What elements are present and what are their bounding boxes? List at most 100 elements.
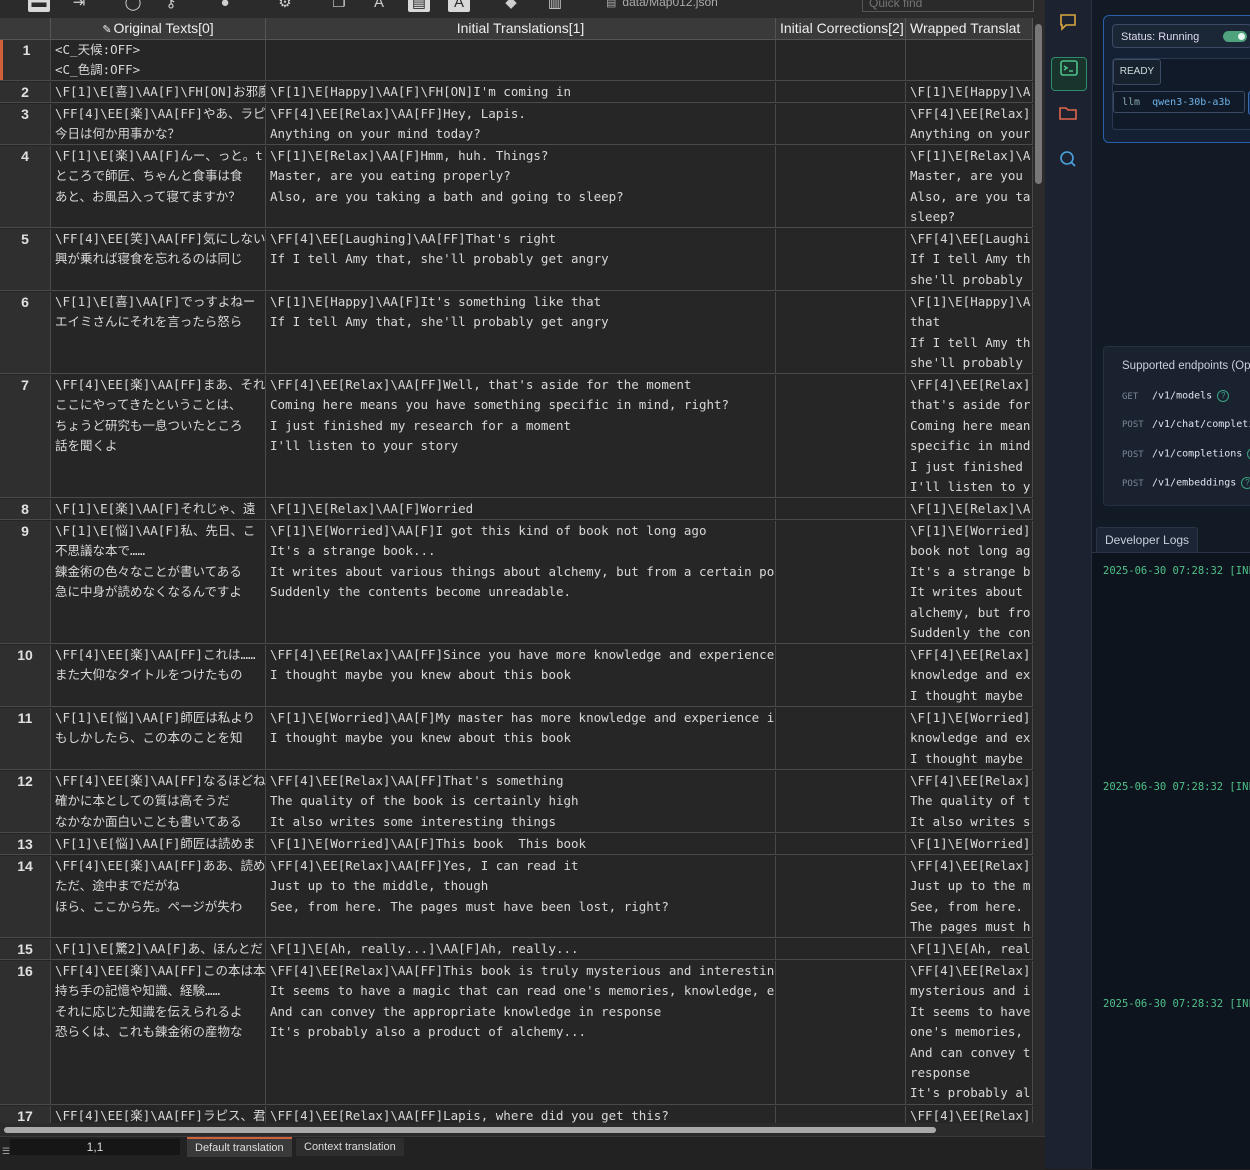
cell-initial-correction[interactable] <box>776 1106 906 1123</box>
table-row[interactable]: 8 \F[1]\E[楽]\AA[F]それじゃ、遠 \F[1]\E[Relax]\AA… <box>0 499 1033 520</box>
cell-original[interactable]: \F[1]\E[悩]\AA[F]師匠は読めま <box>51 834 266 854</box>
table-row[interactable]: 10 \FF[4]\EE[楽]\AA[FF]これは…… また大仰なタイトルをつけたも… <box>0 645 1033 707</box>
column-header-wrapped-translation[interactable]: Wrapped Translat <box>906 18 1033 39</box>
cell-wrapped-translation[interactable]: \F[1]\E[Worried] <box>906 834 1033 854</box>
info-icon[interactable]: ● <box>214 0 236 12</box>
cell-initial-correction[interactable] <box>776 292 906 373</box>
cell-wrapped-translation[interactable]: \F[1]\E[Ah, real <box>906 939 1033 959</box>
cell-wrapped-translation[interactable]: \FF[4]\EE[Laughi If I tell Amy th she'll p… <box>906 229 1033 290</box>
cell-initial-correction[interactable] <box>776 834 906 854</box>
table-row[interactable]: 6 \F[1]\E[喜]\AA[F]でっすよねー エイミさんにそれを言ったら怒ら \F… <box>0 292 1033 374</box>
row-number[interactable]: 5 <box>0 229 51 290</box>
row-number[interactable]: 7 <box>0 375 51 497</box>
cell-initial-translation[interactable]: \FF[4]\EE[Relax]\AA[FF]Lapis, where did … <box>266 1106 776 1123</box>
loaded-model[interactable]: llm qwen3-30b-a3b <box>1113 91 1245 113</box>
cell-original[interactable]: \FF[4]\EE[楽]\AA[FF]やあ、ラピ 今日は何か用事かな？ <box>51 104 266 144</box>
endpoint-item[interactable]: POST/v1/embeddings? <box>1122 477 1250 489</box>
cell-initial-correction[interactable] <box>776 104 906 144</box>
cell-original[interactable]: \F[1]\E[喜]\AA[F]\FH[ON]お邪魔 <box>51 82 266 102</box>
cell-wrapped-translation[interactable]: \FF[4]\EE[Relax] knowledge and ex I though… <box>906 645 1033 706</box>
table-row[interactable]: 1 <C_天候:OFF> <C_色調:OFF> <box>0 40 1033 81</box>
cell-wrapped-translation[interactable]: \F[1]\E[Worried] book not long ag It's a s… <box>906 521 1033 643</box>
cell-initial-translation[interactable]: \FF[4]\EE[Relax]\AA[FF]Since you have mo… <box>266 645 776 706</box>
row-number[interactable]: 6 <box>0 292 51 373</box>
table-icon[interactable]: ▬ <box>28 0 50 12</box>
row-number[interactable]: 14 <box>0 856 51 937</box>
terminal-icon[interactable] <box>1051 57 1087 91</box>
table-row[interactable]: 14 \FF[4]\EE[楽]\AA[FF]ああ、読め ただ、途中までだがね ほら、こ… <box>0 856 1033 938</box>
cell-wrapped-translation[interactable]: \F[1]\E[Worried] knowledge and ex I though… <box>906 708 1033 769</box>
endpoint-item[interactable]: GET/v1/models? <box>1122 390 1230 402</box>
table-row[interactable]: 2 \F[1]\E[喜]\AA[F]\FH[ON]お邪魔 \F[1]\E[Happy… <box>0 82 1033 103</box>
row-number[interactable]: 13 <box>0 834 51 854</box>
row-number[interactable]: 8 <box>0 499 51 519</box>
cell-initial-correction[interactable] <box>776 645 906 706</box>
cell-initial-correction[interactable] <box>776 961 906 1104</box>
table-row[interactable]: 3 \FF[4]\EE[楽]\AA[FF]やあ、ラピ 今日は何か用事かな？ \FF[4… <box>0 104 1033 145</box>
server-toggle[interactable] <box>1223 31 1247 42</box>
table-row[interactable]: 15 \F[1]\E[驚2]\AA[F]あ、ほんとだ \F[1]\E[Ah, rea… <box>0 939 1033 960</box>
cell-initial-correction[interactable] <box>776 856 906 937</box>
row-number[interactable]: 4 <box>0 146 51 227</box>
row-number[interactable]: 2 <box>0 82 51 102</box>
endpoint-item[interactable]: POST/v1/chat/completions <box>1122 419 1250 430</box>
cell-initial-correction[interactable] <box>776 499 906 519</box>
cell-initial-translation[interactable]: \FF[4]\EE[Relax]\AA[FF]Yes, I can read i… <box>266 856 776 937</box>
cell-initial-translation[interactable]: \F[1]\E[Relax]\AA[F]Hmm, huh. Things? Mas… <box>266 146 776 227</box>
help-icon[interactable]: ? <box>1241 477 1250 489</box>
chat-icon[interactable] <box>1051 12 1085 44</box>
cell-initial-translation[interactable]: \FF[4]\EE[Laughing]\AA[FF]That's right If… <box>266 229 776 290</box>
cell-initial-translation[interactable]: \F[1]\E[Worried]\AA[F]I got this kind of… <box>266 521 776 643</box>
cell-initial-correction[interactable] <box>776 521 906 643</box>
copy-icon[interactable]: ❐ <box>328 0 350 12</box>
table-row[interactable]: 4 \F[1]\E[楽]\AA[F]んー、っと。t ところで師匠、ちゃんと食事は食あ… <box>0 146 1033 228</box>
cell-initial-translation[interactable]: \F[1]\E[Happy]\AA[F]It's something like … <box>266 292 776 373</box>
cell-original[interactable]: \FF[4]\EE[笑]\AA[FF]気にしない 興が乗れば寝食を忘れるのは同じ <box>51 229 266 290</box>
cell-initial-correction[interactable] <box>776 229 906 290</box>
cell-wrapped-translation[interactable]: \F[1]\E[Relax]\A Master, are you Also, are… <box>906 146 1033 227</box>
grid-menu-icon[interactable]: ☰ <box>2 1143 10 1159</box>
trash-icon[interactable]: ▥ <box>544 0 566 12</box>
cell-wrapped-translation[interactable]: \F[1]\E[Relax]\A <box>906 499 1033 519</box>
row-number-header[interactable] <box>0 18 51 39</box>
cell-wrapped-translation[interactable]: \FF[4]\EE[Relax] mysterious and i It seems… <box>906 961 1033 1104</box>
help-icon[interactable]: ? <box>1217 390 1230 402</box>
quick-find-input[interactable] <box>862 0 1034 12</box>
text-a-icon[interactable]: A <box>448 0 470 12</box>
column-header-initial-translations[interactable]: Initial Translations[1] <box>266 18 776 39</box>
table-row[interactable]: 16 \FF[4]\EE[楽]\AA[FF]この本は本 持ち手の記憶や知識、経験……… <box>0 961 1033 1105</box>
cell-original[interactable]: \FF[4]\EE[楽]\AA[FF]まあ、それ ここにやってきたということは、ち… <box>51 375 266 497</box>
cell-original[interactable]: \F[1]\E[悩]\AA[F]私、先日、こ 不思議な本で…… 錬金術の色々なことが… <box>51 521 266 643</box>
cell-wrapped-translation[interactable]: \F[1]\E[Happy]\A that If I tell Amy th she'… <box>906 292 1033 373</box>
table-row[interactable]: 9 \F[1]\E[悩]\AA[F]私、先日、こ 不思議な本で…… 錬金術の色々なこと… <box>0 521 1033 644</box>
export-icon[interactable]: ⇥ <box>68 0 90 12</box>
table-row[interactable]: 11 \F[1]\E[悩]\AA[F]師匠は私より もしかしたら、この本のことを知 \… <box>0 708 1033 770</box>
column-header-original[interactable]: ✎ Original Texts[0] <box>51 18 266 39</box>
cell-original[interactable]: \FF[4]\EE[楽]\AA[FF]ああ、読め ただ、途中までだがね ほら、ここか… <box>51 856 266 937</box>
cell-initial-correction[interactable] <box>776 40 906 80</box>
tab-context-translation[interactable]: Context translation <box>296 1138 404 1156</box>
cell-initial-correction[interactable] <box>776 82 906 102</box>
key-icon[interactable]: ⚷ <box>160 0 182 12</box>
tab-default-translation[interactable]: Default translation <box>187 1137 292 1157</box>
cell-initial-translation[interactable]: \FF[4]\EE[Relax]\AA[FF]This book is trul… <box>266 961 776 1104</box>
folder-icon[interactable] <box>1051 103 1085 135</box>
row-number[interactable]: 17 <box>0 1106 51 1123</box>
cell-wrapped-translation[interactable]: \FF[4]\EE[Relax] Anything on your <box>906 104 1033 144</box>
horizontal-scroll-thumb[interactable] <box>4 1127 936 1133</box>
cell-original[interactable]: \F[1]\E[楽]\AA[F]んー、っと。t ところで師匠、ちゃんと食事は食 あと… <box>51 146 266 227</box>
cell-original[interactable]: \FF[4]\EE[楽]\AA[FF]この本は本 持ち手の記憶や知識、経験…… それ… <box>51 961 266 1104</box>
cell-wrapped-translation[interactable]: \FF[4]\EE[Relax] that's aside for Coming h… <box>906 375 1033 497</box>
row-number[interactable]: 15 <box>0 939 51 959</box>
row-number[interactable]: 3 <box>0 104 51 144</box>
cell-initial-translation[interactable]: \F[1]\E[Relax]\AA[F]Worried <box>266 499 776 519</box>
cell-wrapped-translation[interactable] <box>906 40 1033 80</box>
cell-initial-translation[interactable]: \F[1]\E[Worried]\AA[F]This book This boo… <box>266 834 776 854</box>
row-number[interactable]: 12 <box>0 771 51 832</box>
cell-original[interactable]: <C_天候:OFF> <C_色調:OFF> <box>51 40 266 80</box>
table-row[interactable]: 5 \FF[4]\EE[笑]\AA[FF]気にしない 興が乗れば寝食を忘れるのは同じ… <box>0 229 1033 291</box>
cell-initial-translation[interactable]: \F[1]\E[Worried]\AA[F]My master has more… <box>266 708 776 769</box>
row-number[interactable]: 1 <box>0 40 51 80</box>
row-number[interactable]: 10 <box>0 645 51 706</box>
cell-initial-correction[interactable] <box>776 146 906 227</box>
